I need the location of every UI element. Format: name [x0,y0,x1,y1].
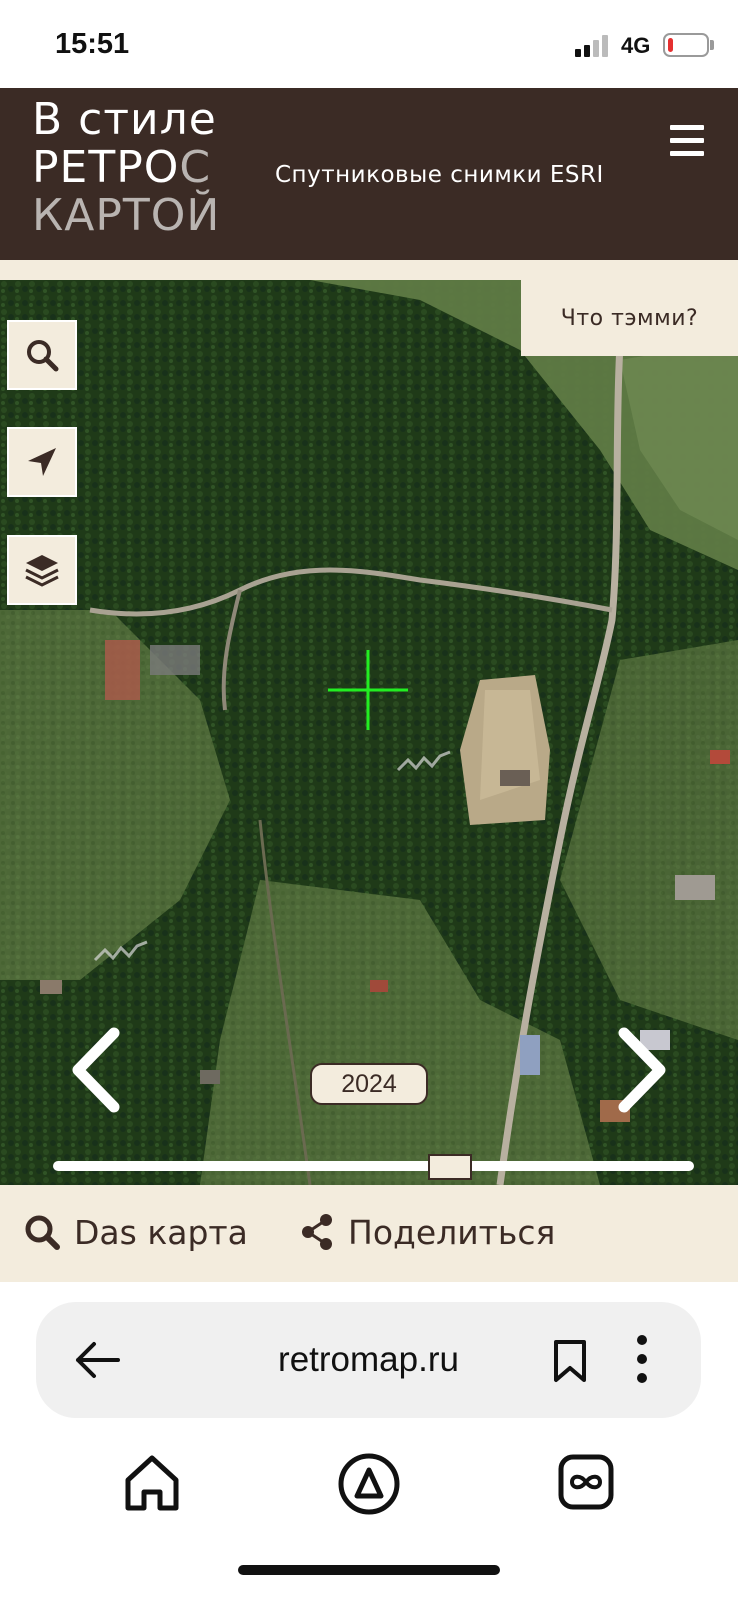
battery-cap [710,40,714,50]
chevron-left-icon[interactable] [66,1025,126,1115]
tabs-icon[interactable] [556,1452,616,1512]
alice-assistant-icon[interactable] [337,1452,401,1516]
browser-address-bar[interactable]: retromap.ru [36,1302,701,1418]
search-icon [25,1215,60,1250]
map-action-bar: Das карта Поделиться [0,1185,738,1282]
map-link[interactable]: Das карта [24,1207,248,1257]
home-indicator[interactable] [238,1565,500,1575]
battery-icon [663,33,709,57]
more-vertical-icon[interactable] [636,1334,648,1384]
location-arrow-icon [28,448,56,476]
logo-line-1: В стиле [32,94,217,145]
whats-here-button[interactable]: Что тэмми? [521,280,738,356]
search-icon [27,340,59,372]
satellite-map[interactable]: Что тэмми? 2024 [0,280,738,1185]
logo-line-2: РЕТРОС [32,144,220,192]
browser-nav-bar [0,1440,738,1530]
map-source-title: Спутниковые снимки ESRI [275,162,604,188]
timeline-slider-thumb[interactable] [428,1154,472,1180]
year-badge: 2024 [310,1063,428,1105]
logo-line-3: КАРТОЙ [32,190,221,241]
signal-strength-icon [575,35,611,57]
status-bar: 15:51 4G [0,0,738,88]
network-type: 4G [621,33,651,58]
locate-button[interactable] [7,427,77,497]
url-text[interactable]: retromap.ru [36,1340,701,1380]
hamburger-menu-icon[interactable] [670,125,704,157]
share-label: Поделиться [348,1212,556,1252]
battery-level [668,38,673,52]
map-link-label: Das карта [74,1212,248,1252]
chevron-right-icon[interactable] [612,1025,672,1115]
site-logo[interactable]: В стиле РЕТРОС КАРТОЙ [32,96,220,240]
bookmark-icon[interactable] [551,1338,589,1384]
share-icon [302,1214,332,1250]
map-search-button[interactable] [7,320,77,390]
home-icon[interactable] [122,1452,182,1514]
header-divider [0,260,738,280]
timeline-slider[interactable] [53,1161,694,1171]
site-header: В стиле РЕТРОС КАРТОЙ Спутниковые снимки… [0,88,738,260]
logo-s: С [179,142,212,193]
layers-button[interactable] [7,535,77,605]
map-crosshair [328,650,408,730]
share-button[interactable]: Поделиться [300,1207,555,1257]
status-time: 15:51 [55,28,130,60]
logo-retro: РЕТРО [32,142,180,193]
layers-icon [25,555,59,587]
